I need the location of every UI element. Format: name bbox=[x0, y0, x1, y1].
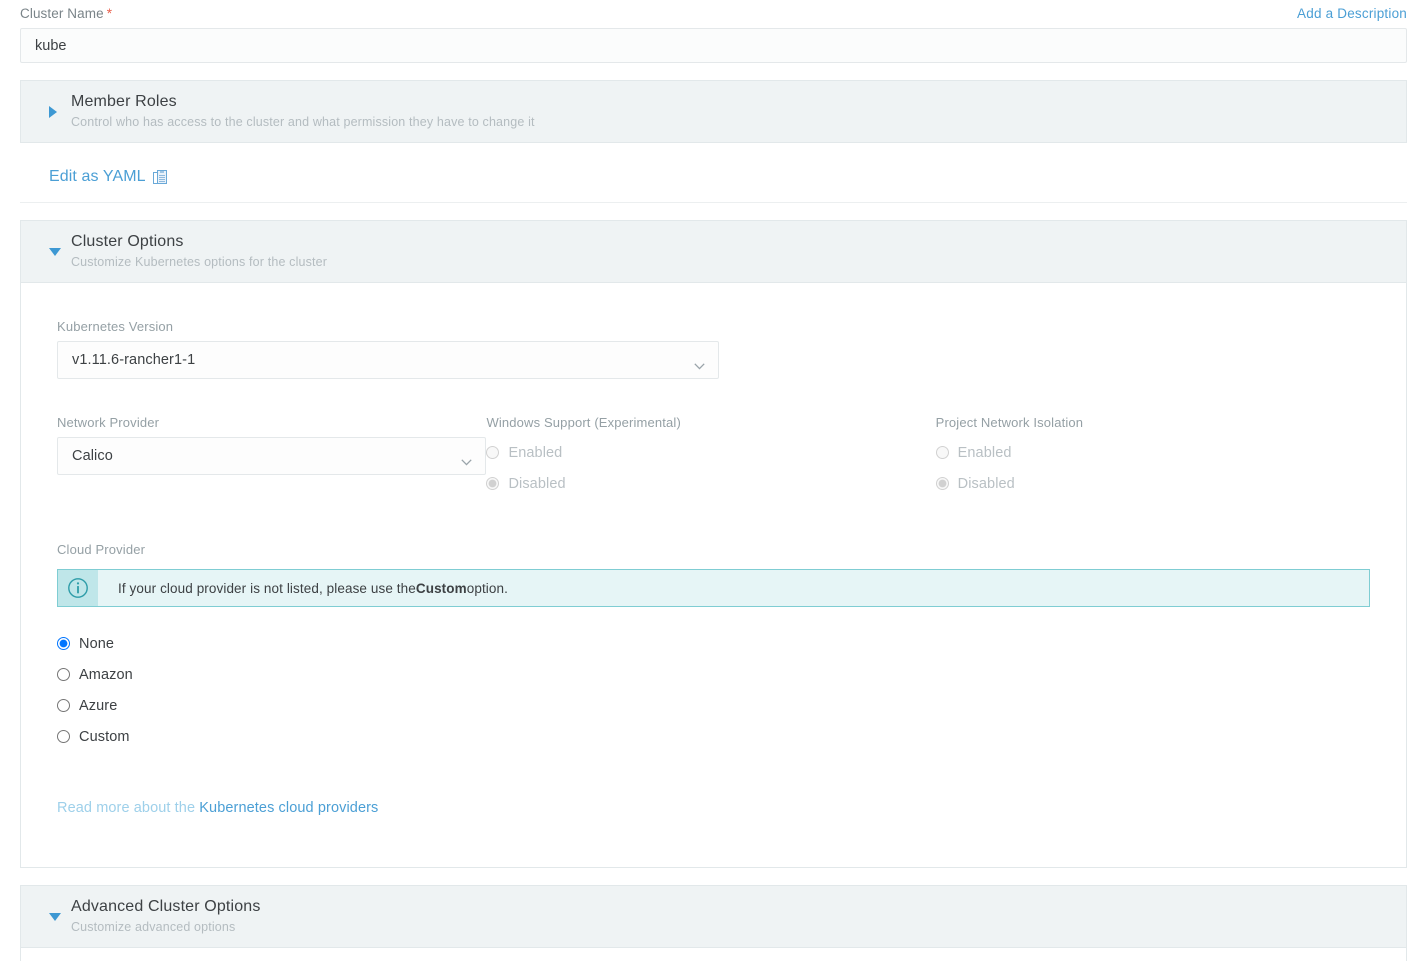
cloud-provider-amazon-label: Amazon bbox=[79, 666, 133, 683]
edit-as-yaml-label: Edit as YAML bbox=[49, 168, 146, 185]
chevron-down-icon bbox=[461, 453, 473, 466]
member-roles-title: Member Roles bbox=[71, 93, 177, 110]
banner-text-after: option. bbox=[466, 580, 508, 596]
cloud-provider-label: Cloud Provider bbox=[57, 542, 146, 557]
cluster-form-page: Cluster Name* Add a Description Member R… bbox=[0, 0, 1427, 961]
banner-text-before: If your cloud provider is not listed, pl… bbox=[118, 580, 416, 596]
chevron-right-icon[interactable] bbox=[49, 105, 57, 118]
project-isolation-option-enabled[interactable]: Enabled bbox=[935, 437, 1370, 468]
advanced-cluster-options-body bbox=[20, 948, 1407, 961]
windows-support-label: Windows Support (Experimental) bbox=[486, 415, 681, 430]
member-roles-accordion: Member Roles Control who has access to t… bbox=[20, 80, 1407, 143]
advanced-cluster-options-title: Advanced Cluster Options bbox=[71, 898, 261, 915]
windows-support-option-disabled[interactable]: Disabled bbox=[486, 468, 935, 499]
cluster-options-subtitle: Customize Kubernetes options for the clu… bbox=[71, 255, 328, 269]
cloud-provider-banner-text: If your cloud provider is not listed, pl… bbox=[98, 570, 508, 606]
project-network-isolation-field: Project Network Isolation Enabled Disabl… bbox=[935, 415, 1370, 499]
cloud-provider-radio-none[interactable] bbox=[57, 637, 70, 650]
cluster-name-input[interactable] bbox=[20, 28, 1407, 63]
network-provider-value: Calico bbox=[72, 448, 113, 464]
kubernetes-version-value: v1.11.6-rancher1-1 bbox=[72, 352, 196, 368]
cluster-name-label: Cluster Name * bbox=[20, 6, 112, 21]
advanced-cluster-options-accordion: Advanced Cluster Options Customize advan… bbox=[20, 885, 1407, 961]
kubernetes-cloud-providers-link[interactable]: Kubernetes cloud providers bbox=[199, 800, 378, 816]
project-isolation-radio-enabled[interactable] bbox=[935, 446, 949, 459]
kubernetes-version-label: Kubernetes Version bbox=[57, 319, 174, 334]
cluster-options-body: Kubernetes Version v1.11.6-rancher1-1 Ne… bbox=[20, 283, 1407, 868]
windows-support-enabled-label: Enabled bbox=[508, 444, 563, 461]
cluster-name-row: Cluster Name * Add a Description bbox=[20, 0, 1407, 26]
cloud-provider-custom-label: Custom bbox=[79, 728, 130, 745]
required-asterisk: * bbox=[106, 6, 113, 21]
network-provider-label: Network Provider bbox=[57, 415, 160, 430]
readmore-prefix: Read more about the bbox=[57, 800, 200, 816]
windows-support-radio-enabled[interactable] bbox=[486, 446, 500, 459]
info-icon bbox=[58, 570, 98, 606]
cloud-provider-option-none[interactable]: None bbox=[57, 628, 1370, 659]
project-network-isolation-label: Project Network Isolation bbox=[935, 415, 1084, 430]
cluster-name-label-text: Cluster Name bbox=[20, 6, 104, 21]
add-description-link[interactable]: Add a Description bbox=[1297, 6, 1407, 21]
chevron-down-icon bbox=[694, 357, 705, 370]
cloud-provider-option-azure[interactable]: Azure bbox=[57, 690, 1370, 721]
cloud-provider-readmore: Read more about the Kubernetes cloud pro… bbox=[57, 800, 1370, 816]
cloud-provider-field: Cloud Provider If your cloud provider is… bbox=[57, 542, 1370, 816]
banner-text-custom: Custom bbox=[415, 580, 467, 596]
advanced-cluster-options-header[interactable]: Advanced Cluster Options Customize advan… bbox=[20, 885, 1407, 948]
cloud-provider-radio-list: None Amazon Azure Custom bbox=[57, 628, 1370, 752]
windows-support-option-enabled[interactable]: Enabled bbox=[486, 437, 935, 468]
project-isolation-option-disabled[interactable]: Disabled bbox=[935, 468, 1370, 499]
kubernetes-version-field: Kubernetes Version v1.11.6-rancher1-1 bbox=[57, 319, 719, 379]
windows-support-radio-disabled[interactable] bbox=[486, 477, 500, 490]
cloud-provider-info-banner: If your cloud provider is not listed, pl… bbox=[57, 569, 1370, 607]
advanced-cluster-options-subtitle: Customize advanced options bbox=[71, 920, 236, 934]
chevron-down-icon[interactable] bbox=[49, 912, 61, 921]
edit-as-yaml-row: Edit as YAML bbox=[20, 159, 1407, 203]
cloud-provider-option-custom[interactable]: Custom bbox=[57, 721, 1370, 752]
cloud-provider-option-amazon[interactable]: Amazon bbox=[57, 659, 1370, 690]
windows-support-field: Windows Support (Experimental) Enabled D… bbox=[486, 415, 935, 499]
network-options-row: Network Provider Calico Windows Support … bbox=[57, 415, 1370, 499]
project-isolation-radio-disabled[interactable] bbox=[935, 477, 949, 490]
edit-as-yaml-link[interactable]: Edit as YAML bbox=[49, 168, 168, 186]
windows-support-disabled-label: Disabled bbox=[508, 475, 566, 492]
kubernetes-version-select[interactable]: v1.11.6-rancher1-1 bbox=[57, 341, 719, 379]
cloud-provider-radio-custom[interactable] bbox=[57, 730, 70, 743]
project-isolation-enabled-label: Enabled bbox=[957, 444, 1012, 461]
clipboard-icon bbox=[152, 169, 168, 187]
cluster-options-title: Cluster Options bbox=[71, 233, 184, 250]
network-provider-field: Network Provider Calico bbox=[57, 415, 487, 499]
cloud-provider-radio-amazon[interactable] bbox=[57, 668, 70, 681]
chevron-down-icon[interactable] bbox=[49, 247, 61, 256]
cluster-options-accordion: Cluster Options Customize Kubernetes opt… bbox=[20, 220, 1407, 868]
network-provider-select[interactable]: Calico bbox=[57, 437, 487, 475]
cloud-provider-none-label: None bbox=[79, 635, 115, 652]
cloud-provider-radio-azure[interactable] bbox=[57, 699, 70, 712]
cluster-options-header[interactable]: Cluster Options Customize Kubernetes opt… bbox=[20, 220, 1407, 283]
project-isolation-disabled-label: Disabled bbox=[957, 475, 1015, 492]
member-roles-subtitle: Control who has access to the cluster an… bbox=[71, 115, 535, 129]
cloud-provider-azure-label: Azure bbox=[79, 697, 118, 714]
member-roles-header[interactable]: Member Roles Control who has access to t… bbox=[20, 80, 1407, 143]
